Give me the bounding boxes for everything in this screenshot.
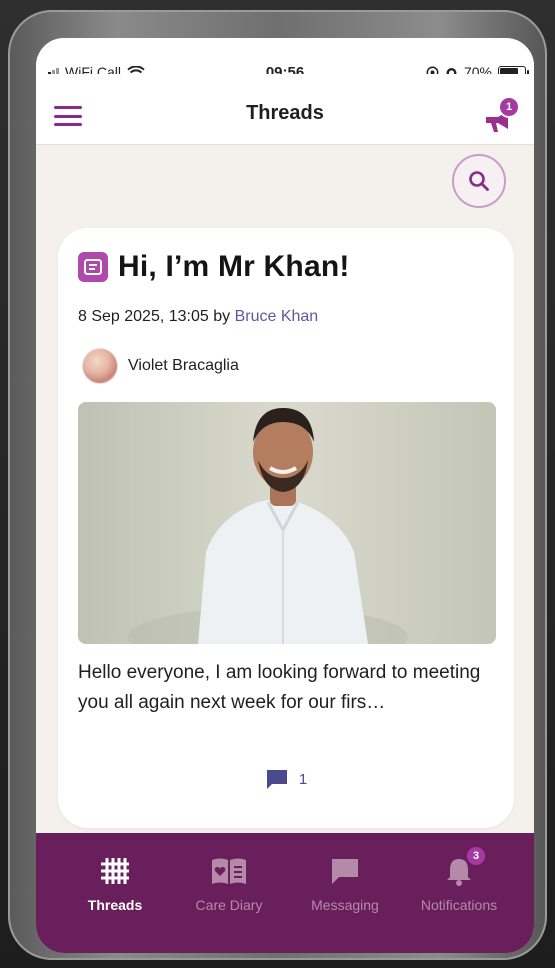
bottom-tab-bar: Threads Care Diary Messaging 3 Notificat…	[36, 833, 534, 953]
thread-date: 8 Sep 2025, 13:05 by	[78, 308, 231, 325]
tab-care-diary[interactable]: Care Diary	[174, 853, 284, 913]
tab-label-messaging: Messaging	[311, 897, 379, 913]
tab-label-notifications: Notifications	[420, 897, 498, 913]
document-icon	[78, 252, 108, 282]
comment-count: 1	[298, 770, 308, 788]
thread-card[interactable]: Hi, I’m Mr Khan! 8 Sep 2025, 13:05 by Br…	[58, 228, 514, 828]
search-button[interactable]	[452, 154, 506, 208]
comments-button[interactable]: 1	[58, 768, 514, 790]
announcements-button[interactable]: 1	[484, 98, 518, 132]
status-bar: WiFi Call 09:56 70%	[36, 38, 534, 81]
page-title: Threads	[246, 102, 324, 124]
tab-threads[interactable]: Threads	[60, 853, 170, 913]
tab-label-threads: Threads	[87, 897, 143, 913]
thread-title-row: Hi, I’m Mr Khan!	[78, 250, 350, 284]
author-link[interactable]: Bruce Khan	[235, 308, 319, 325]
notifications-badge: 3	[467, 847, 485, 865]
top-nav: Threads 1	[36, 74, 534, 145]
diary-icon	[212, 858, 246, 884]
thread-title: Hi, I’m Mr Khan!	[118, 250, 350, 283]
thread-meta: 8 Sep 2025, 13:05 by Bruce Khan	[78, 308, 318, 326]
tab-notifications[interactable]: 3 Notifications	[404, 847, 514, 913]
post-photo[interactable]	[78, 402, 496, 644]
search-icon	[469, 171, 489, 191]
avatar	[82, 348, 118, 384]
child-name: Violet Bracaglia	[128, 357, 239, 374]
chat-icon	[332, 859, 358, 884]
child-tag[interactable]: Violet Bracaglia	[82, 348, 239, 384]
tab-label-care-diary: Care Diary	[195, 897, 263, 913]
tab-messaging[interactable]: Messaging	[290, 853, 400, 913]
announcements-badge: 1	[500, 98, 518, 116]
app-screen: WiFi Call 09:56 70% Threads 1 Hi, I’m Mr…	[36, 38, 534, 953]
thread-body: Hello everyone, I am looking forward to …	[78, 662, 481, 713]
grid-icon	[101, 858, 129, 884]
comment-icon	[266, 770, 287, 789]
person-photo	[78, 402, 496, 644]
